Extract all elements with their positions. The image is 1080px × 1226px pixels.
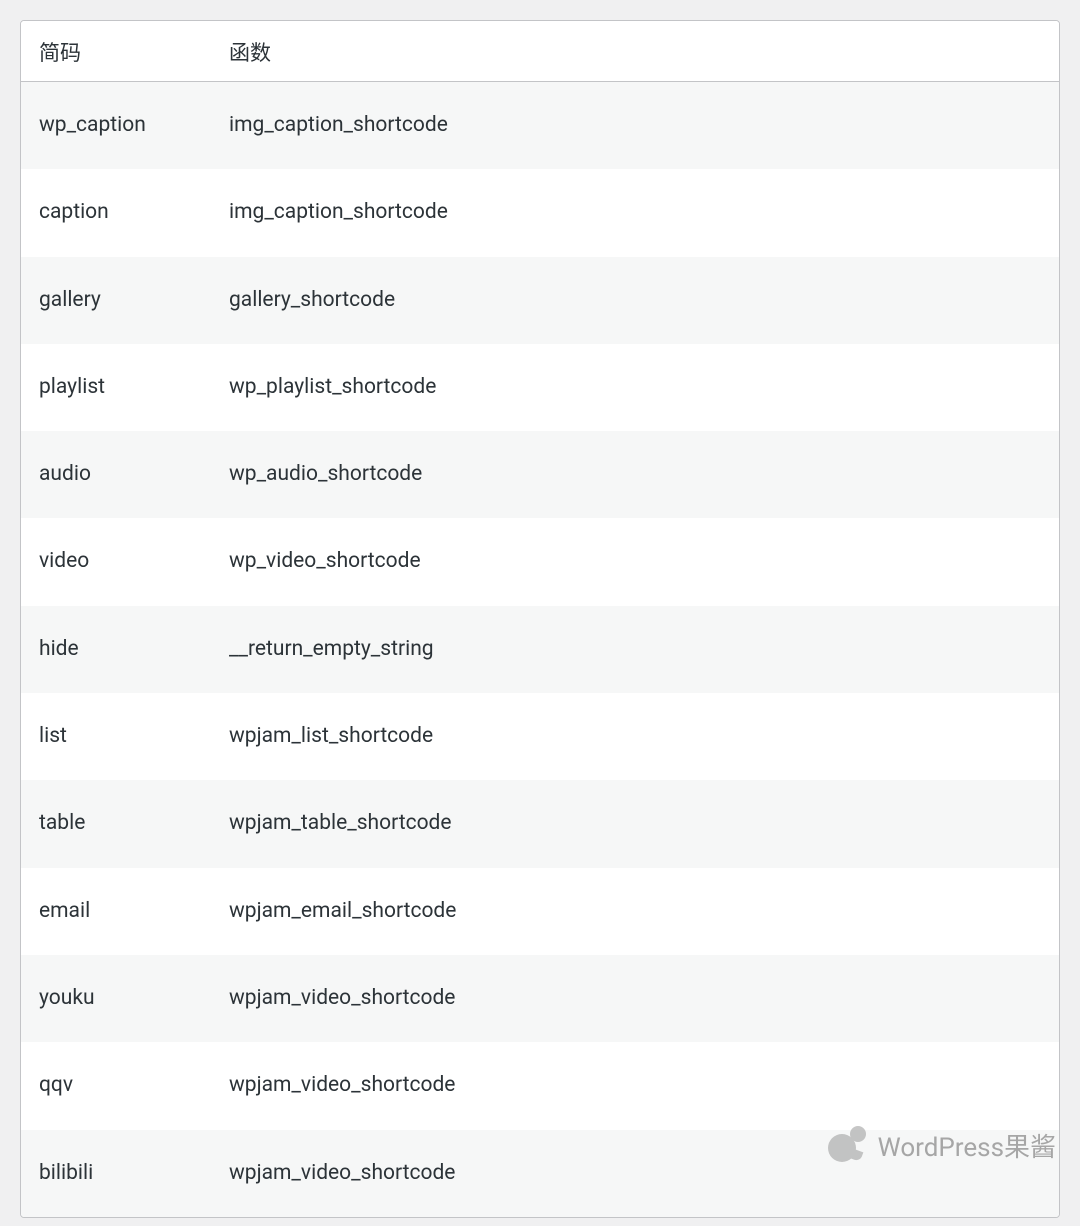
cell-shortcode: email [21, 868, 211, 955]
table-header-row: 简码 函数 [21, 21, 1059, 82]
table-row[interactable]: hide __return_empty_string [21, 606, 1059, 693]
cell-shortcode: audio [21, 431, 211, 518]
cell-shortcode: list [21, 693, 211, 780]
table-row[interactable]: wp_caption img_caption_shortcode [21, 82, 1059, 170]
cell-shortcode: playlist [21, 344, 211, 431]
cell-function: wpjam_video_shortcode [211, 1042, 1059, 1129]
table-row[interactable]: qqv wpjam_video_shortcode [21, 1042, 1059, 1129]
table-row[interactable]: youku wpjam_video_shortcode [21, 955, 1059, 1042]
cell-function: wp_audio_shortcode [211, 431, 1059, 518]
table-row[interactable]: caption img_caption_shortcode [21, 169, 1059, 256]
cell-shortcode: gallery [21, 257, 211, 344]
table-row[interactable]: email wpjam_email_shortcode [21, 868, 1059, 955]
header-shortcode[interactable]: 简码 [21, 21, 211, 82]
cell-function: img_caption_shortcode [211, 169, 1059, 256]
cell-shortcode: wp_caption [21, 82, 211, 170]
table-row[interactable]: bilibili wpjam_video_shortcode [21, 1130, 1059, 1217]
table-row[interactable]: audio wp_audio_shortcode [21, 431, 1059, 518]
table-row[interactable]: playlist wp_playlist_shortcode [21, 344, 1059, 431]
table-row[interactable]: gallery gallery_shortcode [21, 257, 1059, 344]
cell-function: img_caption_shortcode [211, 82, 1059, 170]
cell-shortcode: table [21, 780, 211, 867]
cell-shortcode: youku [21, 955, 211, 1042]
cell-function: wpjam_video_shortcode [211, 955, 1059, 1042]
cell-shortcode: caption [21, 169, 211, 256]
cell-function: wpjam_table_shortcode [211, 780, 1059, 867]
cell-function: wpjam_list_shortcode [211, 693, 1059, 780]
cell-shortcode: video [21, 518, 211, 605]
shortcode-table: 简码 函数 wp_caption img_caption_shortcode c… [21, 21, 1059, 1217]
cell-shortcode: qqv [21, 1042, 211, 1129]
cell-shortcode: hide [21, 606, 211, 693]
cell-function: gallery_shortcode [211, 257, 1059, 344]
cell-shortcode: bilibili [21, 1130, 211, 1217]
table-row[interactable]: table wpjam_table_shortcode [21, 780, 1059, 867]
shortcode-table-container: 简码 函数 wp_caption img_caption_shortcode c… [20, 20, 1060, 1218]
table-body: wp_caption img_caption_shortcode caption… [21, 82, 1059, 1217]
cell-function: __return_empty_string [211, 606, 1059, 693]
cell-function: wpjam_video_shortcode [211, 1130, 1059, 1217]
cell-function: wpjam_email_shortcode [211, 868, 1059, 955]
cell-function: wp_video_shortcode [211, 518, 1059, 605]
header-function[interactable]: 函数 [211, 21, 1059, 82]
table-row[interactable]: list wpjam_list_shortcode [21, 693, 1059, 780]
cell-function: wp_playlist_shortcode [211, 344, 1059, 431]
table-row[interactable]: video wp_video_shortcode [21, 518, 1059, 605]
